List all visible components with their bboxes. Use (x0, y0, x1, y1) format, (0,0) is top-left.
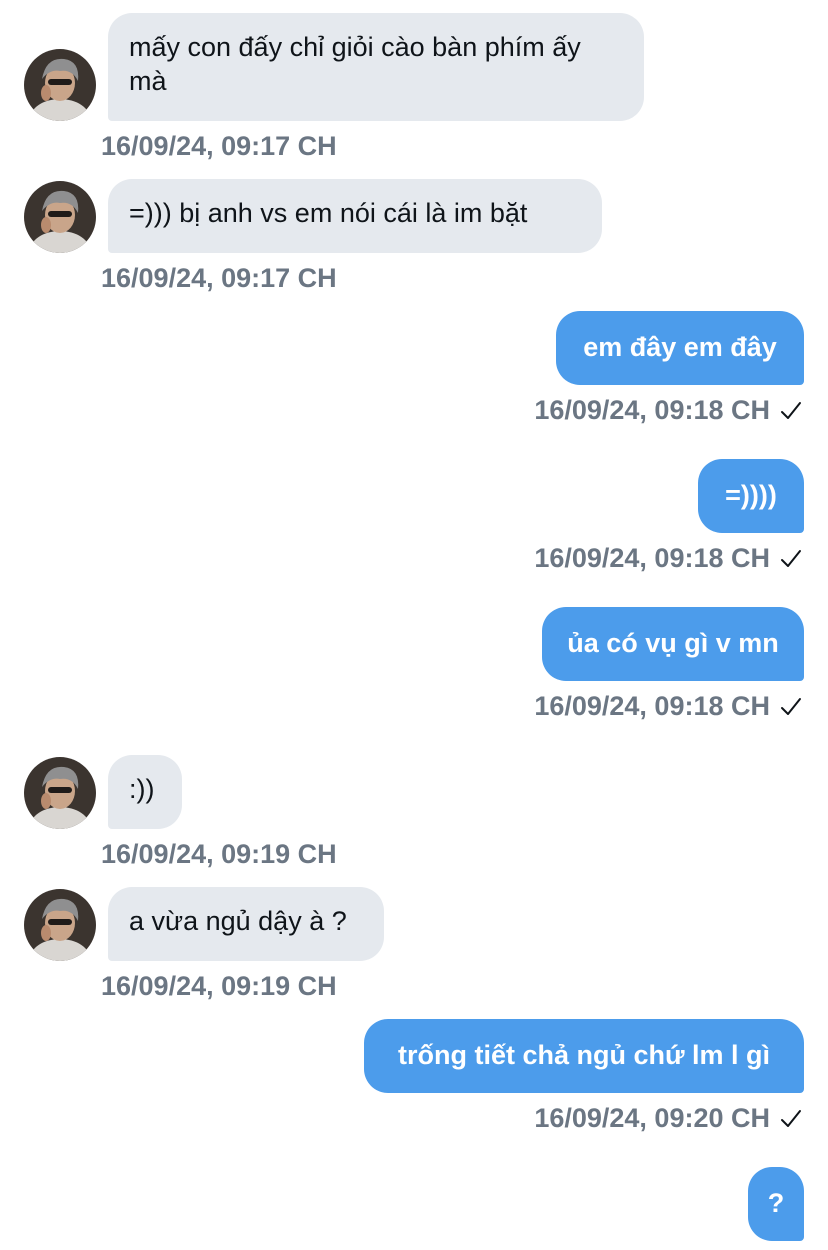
message-bubble[interactable]: mấy con đấy chỉ giỏi cào bàn phím ấy mà (108, 13, 644, 121)
message-text: trống tiết chả ngủ chứ lm l gì (397, 1040, 771, 1070)
message-meta: 16/09/24, 09:18 CH (534, 394, 802, 428)
conversation-thread: mấy con đấy chỉ giỏi cào bàn phím ấy mà … (0, 0, 828, 1250)
avatar[interactable] (24, 181, 96, 253)
message-meta: 16/09/24, 09:20 CH (534, 1102, 802, 1136)
check-icon (780, 396, 802, 428)
message-timestamp: 16/09/24, 09:20 CH (534, 1103, 770, 1133)
message-text: em đây em đây (583, 332, 777, 362)
check-icon (780, 544, 802, 576)
message-bubble[interactable]: a vừa ngủ dậy à ? (108, 887, 384, 961)
avatar[interactable] (24, 889, 96, 961)
avatar-photo (24, 181, 96, 253)
check-icon (780, 1104, 802, 1136)
message-bubble[interactable]: =)))) (698, 459, 804, 533)
message-bubble[interactable]: ? (748, 1167, 804, 1241)
message-timestamp: 16/09/24, 09:17 CH (101, 131, 337, 161)
avatar[interactable] (24, 49, 96, 121)
avatar-photo (24, 889, 96, 961)
avatar[interactable] (24, 757, 96, 829)
message-bubble[interactable]: trống tiết chả ngủ chứ lm l gì (364, 1019, 804, 1093)
message-text: :)) (129, 774, 155, 804)
message-meta: 16/09/24, 09:18 CH (534, 690, 802, 724)
message-text: ? (767, 1188, 785, 1218)
message-text: =)))) (725, 480, 777, 510)
message-text: ủa có vụ gì v mn (567, 628, 779, 658)
message-text: =))) bị anh vs em nói cái là im bặt (129, 198, 528, 228)
message-timestamp: 16/09/24, 09:18 CH (534, 543, 770, 573)
message-text: a vừa ngủ dậy à ? (129, 906, 347, 936)
message-bubble[interactable]: ủa có vụ gì v mn (542, 607, 804, 681)
avatar-photo (24, 757, 96, 829)
check-icon (780, 692, 802, 724)
message-timestamp: 16/09/24, 09:19 CH (101, 839, 337, 869)
message-bubble[interactable]: em đây em đây (556, 311, 804, 385)
message-bubble[interactable]: :)) (108, 755, 182, 829)
message-text: mấy con đấy chỉ giỏi cào bàn phím ấy mà (129, 32, 581, 96)
message-meta: 16/09/24, 09:18 CH (534, 542, 802, 576)
avatar-photo (24, 49, 96, 121)
message-timestamp: 16/09/24, 09:18 CH (534, 691, 770, 721)
message-timestamp: 16/09/24, 09:17 CH (101, 263, 337, 293)
message-timestamp: 16/09/24, 09:19 CH (101, 971, 337, 1001)
message-timestamp: 16/09/24, 09:18 CH (534, 395, 770, 425)
message-bubble[interactable]: =))) bị anh vs em nói cái là im bặt (108, 179, 602, 253)
